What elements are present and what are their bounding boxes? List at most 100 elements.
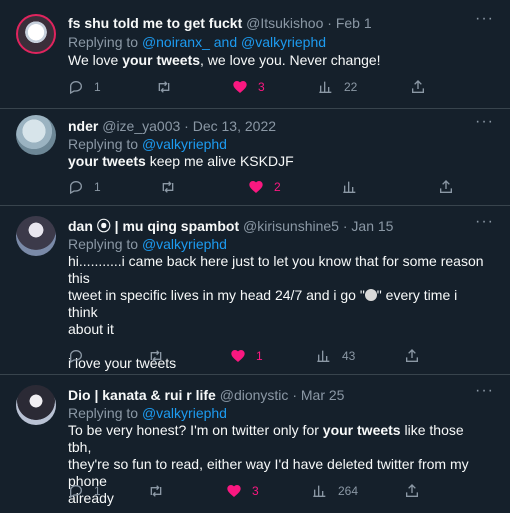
tweet[interactable]: fs shu told me to get fuckt @Itsukishoo … bbox=[0, 0, 510, 109]
separator: · bbox=[342, 218, 348, 234]
replying-to: Replying to @noiranx_ and @valkyriephd bbox=[68, 33, 326, 51]
like-button[interactable]: 1 bbox=[230, 346, 263, 366]
tweet-actions: 1 2 bbox=[68, 177, 488, 197]
separator: · bbox=[292, 387, 297, 403]
share-button[interactable] bbox=[410, 77, 426, 97]
separator: · bbox=[327, 15, 332, 31]
retweet-button[interactable] bbox=[148, 346, 174, 366]
retweet-icon bbox=[150, 485, 162, 497]
replying-to-label: Replying to bbox=[68, 236, 139, 252]
share-icon bbox=[440, 180, 452, 193]
tweet-actions: 1 3 22 bbox=[68, 77, 488, 97]
views-icon bbox=[319, 81, 332, 93]
display-name[interactable]: fs shu told me to get fuckt bbox=[68, 15, 242, 31]
avatar[interactable] bbox=[16, 115, 56, 155]
tweet[interactable]: dan ⦿ | mu qing spambot @kirisunshine5 ·… bbox=[0, 206, 510, 375]
text-line: about it bbox=[68, 321, 114, 337]
user-handle[interactable]: @Itsukishoo bbox=[246, 15, 323, 31]
retweet-icon bbox=[162, 181, 174, 193]
tweet-actions: 1 3 264 bbox=[68, 481, 488, 501]
text-part: tweet in specific lives in my head 24/7 … bbox=[68, 287, 365, 303]
reply-button[interactable]: 1 bbox=[68, 77, 101, 97]
replying-to-label: Replying to bbox=[68, 34, 139, 50]
heart-filled-icon bbox=[249, 181, 263, 193]
like-button[interactable]: 2 bbox=[248, 177, 281, 197]
tweet-date[interactable]: Feb 1 bbox=[336, 15, 372, 31]
retweet-button[interactable] bbox=[160, 177, 186, 197]
text-line: tweet in specific lives in my head 24/7 … bbox=[68, 287, 488, 321]
share-icon bbox=[406, 349, 418, 362]
views-count: 264 bbox=[338, 484, 359, 498]
tweet-date[interactable]: Dec 13, 2022 bbox=[193, 118, 276, 134]
views-icon bbox=[313, 485, 326, 497]
user-handle[interactable]: @ize_ya003 bbox=[102, 118, 180, 134]
tweet-header: nder @ize_ya003 · Dec 13, 2022 bbox=[68, 117, 276, 135]
separator: · bbox=[184, 118, 189, 134]
tweet-header: fs shu told me to get fuckt @Itsukishoo … bbox=[68, 14, 372, 32]
avatar[interactable] bbox=[16, 14, 56, 54]
tweet-header: Dio | kanata & rui r life @dionystic · M… bbox=[68, 386, 344, 404]
display-name[interactable]: dan ⦿ | mu qing spambot bbox=[68, 218, 239, 234]
views-icon bbox=[343, 181, 356, 193]
share-button[interactable] bbox=[438, 177, 454, 197]
views-icon bbox=[317, 350, 330, 362]
reply-button[interactable]: 1 bbox=[68, 481, 101, 501]
tweet[interactable]: nder @ize_ya003 · Dec 13, 2022 ··· Reply… bbox=[0, 109, 510, 206]
tweet-date[interactable]: Jan 15 bbox=[351, 218, 393, 234]
views-button[interactable]: 22 bbox=[318, 77, 357, 97]
reply-button[interactable]: 1 bbox=[68, 177, 101, 197]
more-options-icon[interactable]: ··· bbox=[475, 11, 494, 27]
avatar[interactable] bbox=[16, 216, 56, 256]
retweet-icon bbox=[150, 350, 162, 362]
text-line: To be very honest? I'm on twitter only f… bbox=[68, 422, 488, 456]
replying-to-handles[interactable]: @valkyriephd bbox=[142, 236, 227, 252]
retweet-button[interactable] bbox=[148, 481, 174, 501]
like-count: 3 bbox=[258, 80, 265, 94]
replying-to-handles[interactable]: @valkyriephd bbox=[142, 136, 227, 152]
retweet-button[interactable] bbox=[156, 77, 182, 97]
reply-icon bbox=[70, 484, 83, 499]
tweet-text: We love your tweets, we love you. Never … bbox=[68, 52, 488, 69]
like-count: 3 bbox=[252, 484, 259, 498]
user-handle[interactable]: @kirisunshine5 bbox=[243, 218, 339, 234]
replying-to: Replying to @valkyriephd bbox=[68, 135, 227, 153]
tweet-date[interactable]: Mar 25 bbox=[301, 387, 345, 403]
text-line: hi...........i came back here just to le… bbox=[68, 253, 484, 286]
text-part: We love bbox=[68, 52, 123, 68]
share-button[interactable] bbox=[404, 481, 420, 501]
reply-count: 1 bbox=[94, 80, 101, 94]
more-options-icon[interactable]: ··· bbox=[475, 114, 494, 130]
text-highlight: your tweets bbox=[322, 422, 401, 438]
more-options-icon[interactable]: ··· bbox=[475, 214, 494, 230]
like-count: 1 bbox=[256, 349, 263, 363]
views-button[interactable]: 43 bbox=[316, 346, 355, 366]
text-part: , we love you. Never change! bbox=[200, 52, 381, 68]
share-button[interactable] bbox=[404, 346, 420, 366]
more-options-icon[interactable]: ··· bbox=[475, 383, 494, 399]
display-name[interactable]: nder bbox=[68, 118, 98, 134]
user-handle[interactable]: @dionystic bbox=[220, 387, 289, 403]
heart-filled-icon bbox=[227, 485, 241, 497]
reply-button[interactable] bbox=[68, 346, 94, 366]
views-button[interactable]: 264 bbox=[312, 481, 358, 501]
replying-to-handles[interactable]: @valkyriephd bbox=[142, 405, 227, 421]
reply-count: 1 bbox=[94, 484, 101, 498]
views-button[interactable] bbox=[342, 177, 368, 197]
reply-icon bbox=[70, 80, 83, 95]
avatar[interactable] bbox=[16, 385, 56, 425]
tweet-text: your tweets keep me alive KSKDJF bbox=[68, 153, 488, 170]
replying-to-label: Replying to bbox=[68, 405, 139, 421]
like-button[interactable]: 3 bbox=[232, 77, 265, 97]
like-button[interactable]: 3 bbox=[226, 481, 259, 501]
like-count: 2 bbox=[274, 180, 281, 194]
tweet[interactable]: Dio | kanata & rui r life @dionystic · M… bbox=[0, 375, 510, 513]
display-name[interactable]: Dio | kanata & rui r life bbox=[68, 387, 216, 403]
reply-icon bbox=[70, 180, 83, 195]
share-icon bbox=[406, 484, 418, 497]
emoji-icon bbox=[364, 289, 377, 301]
replying-to-label: Replying to bbox=[68, 136, 139, 152]
heart-filled-icon bbox=[231, 350, 245, 362]
reply-icon bbox=[70, 349, 83, 364]
tweet-header: dan ⦿ | mu qing spambot @kirisunshine5 ·… bbox=[68, 217, 393, 235]
replying-to-handles[interactable]: @noiranx_ and @valkyriephd bbox=[142, 34, 326, 50]
